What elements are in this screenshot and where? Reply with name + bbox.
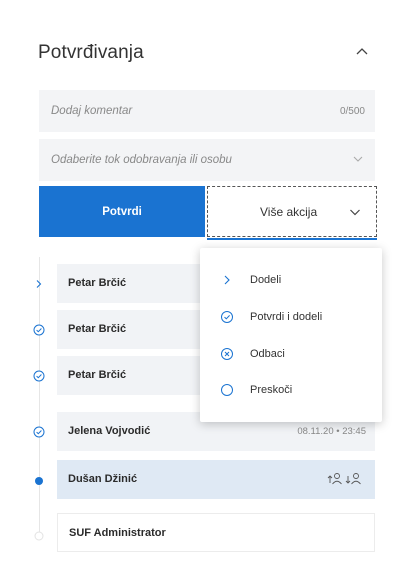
approval-flow-select[interactable]: Odaberite tok odobravanja ili osobu [39, 139, 375, 181]
reassign-users-icon[interactable] [327, 471, 367, 487]
panel-header: Potvrđivanja [38, 40, 378, 68]
flow-select-placeholder: Odaberite tok odobravanja ili osobu [51, 154, 232, 166]
step-item-pending[interactable]: SUF Administrator [57, 513, 375, 552]
menu-item-label: Odbaci [250, 348, 285, 360]
chevron-up-icon [356, 48, 368, 55]
check-circle-icon [221, 311, 233, 323]
collapse-button[interactable] [350, 40, 374, 64]
x-circle-icon [221, 348, 233, 360]
timeline-line [38, 257, 40, 539]
step-name: Dušan Džinić [68, 473, 138, 485]
pending-dot-icon [34, 531, 44, 541]
step-name: Petar Brčić [68, 277, 127, 289]
menu-item-confirm-assign[interactable]: Potvrdi i dodeli [200, 301, 382, 333]
confirm-button[interactable]: Potvrdi [39, 186, 205, 237]
more-actions-underline [207, 238, 377, 240]
menu-item-label: Potvrdi i dodeli [250, 311, 323, 323]
chevron-down-icon [350, 209, 360, 216]
comment-input[interactable]: Dodaj komentar 0/500 [39, 90, 375, 132]
menu-item-assign[interactable]: Dodeli [200, 264, 382, 296]
menu-item-label: Dodeli [250, 274, 282, 286]
step-name: SUF Administrator [69, 527, 166, 539]
comment-counter: 0/500 [339, 106, 365, 117]
step-name: Petar Brčić [68, 323, 127, 335]
menu-item-label: Preskoči [250, 384, 293, 396]
step-name: Jelena Vojvodić [68, 425, 151, 437]
check-circle-icon [33, 324, 45, 336]
chevron-right-icon [36, 280, 42, 288]
chevron-right-icon [224, 275, 230, 285]
chevron-down-icon [353, 156, 363, 162]
comment-placeholder: Dodaj komentar [51, 105, 133, 117]
panel-title: Potvrđivanja [38, 42, 144, 63]
menu-item-skip[interactable]: Preskoči [200, 374, 382, 406]
active-dot-icon [35, 477, 43, 485]
circle-icon [221, 384, 233, 396]
check-circle-icon [33, 370, 45, 382]
step-timestamp: 08.11.20 • 23:45 [297, 426, 366, 437]
more-actions-menu: Dodeli Potvrdi i dodeli Odbaci Preskoči [200, 248, 382, 422]
check-circle-icon [33, 426, 45, 438]
menu-item-reject[interactable]: Odbaci [200, 338, 382, 370]
step-name: Petar Brčić [68, 369, 127, 381]
more-actions-button[interactable]: Više akcija [207, 186, 377, 237]
step-item-active[interactable]: Dušan Džinić [57, 460, 375, 499]
more-actions-label: Više akcija [260, 205, 318, 219]
